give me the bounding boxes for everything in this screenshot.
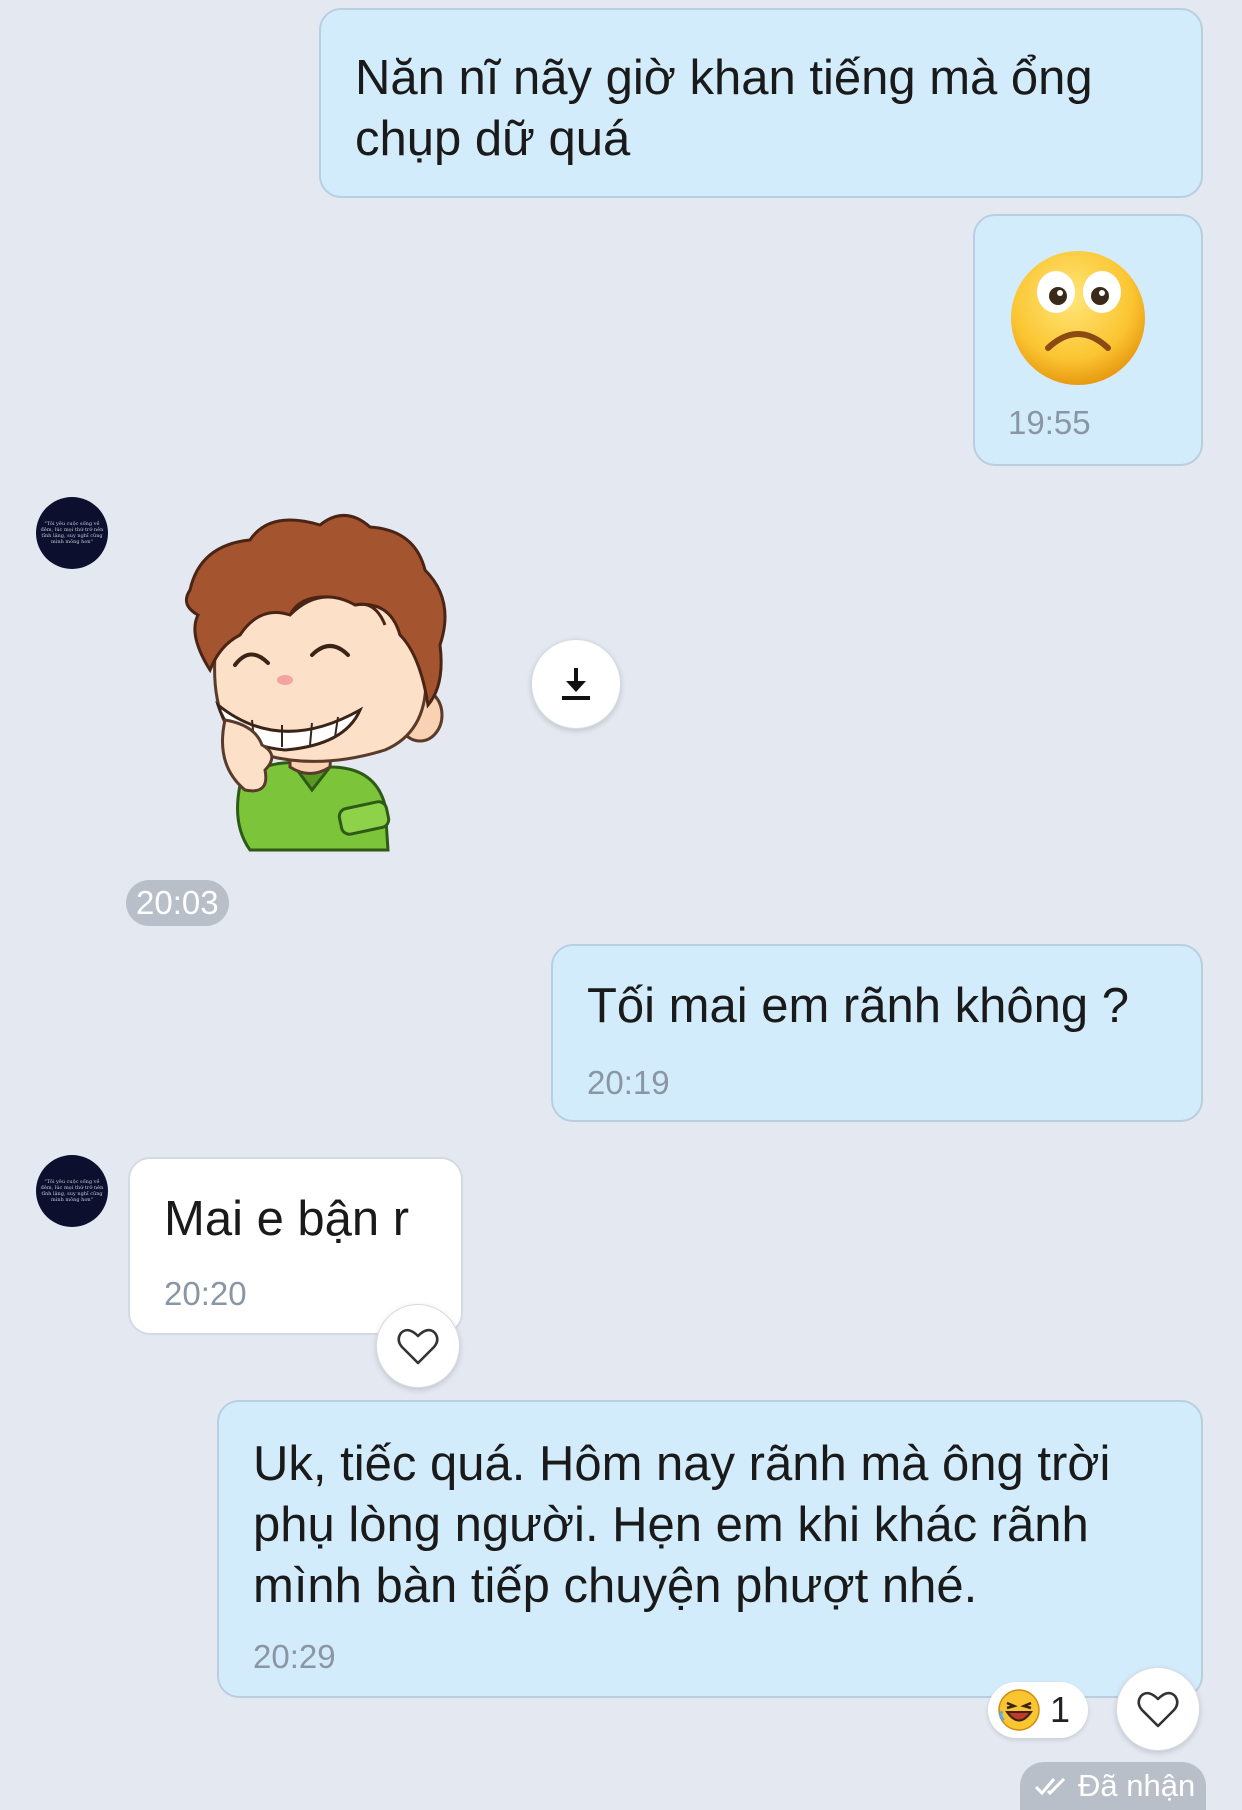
- sticker-timestamp: 20:03: [126, 880, 229, 926]
- double-check-icon: [1034, 1777, 1066, 1796]
- grinning-boy-sticker[interactable]: [170, 505, 470, 855]
- message-timestamp: 19:55: [1008, 404, 1091, 441]
- my-emoji-bubble[interactable]: 19:55: [973, 214, 1203, 466]
- my-message-bubble[interactable]: Tối mai em rãnh không ? 20:19: [551, 944, 1203, 1122]
- message-timestamp: 20:19: [587, 1064, 670, 1101]
- message-timestamp: 20:29: [253, 1638, 336, 1675]
- download-icon: [562, 668, 590, 700]
- message-timestamp: 20:20: [164, 1275, 247, 1312]
- message-text: Uk, tiếc quá. Hôm nay rãnh mà ông trời p…: [253, 1437, 1111, 1613]
- react-heart-button[interactable]: [1116, 1667, 1200, 1751]
- message-text: Tối mai em rãnh không ?: [587, 979, 1129, 1033]
- reaction-count: 1: [1050, 1689, 1071, 1730]
- react-heart-button[interactable]: [376, 1304, 460, 1388]
- contact-avatar[interactable]: "Tôi yêu cuộc sống về đêm, lúc mọi thứ t…: [36, 1155, 108, 1227]
- avatar-caption: "Tôi yêu cuộc sống về đêm, lúc mọi thứ t…: [40, 1179, 104, 1203]
- message-text: Năn nĩ nãy giờ khan tiếng mà ổng chụp dữ…: [355, 51, 1093, 166]
- heart-outline-icon: [397, 1328, 439, 1365]
- received-status-badge: Đã nhận: [1020, 1762, 1206, 1810]
- my-message-bubble[interactable]: Năn nĩ nãy giờ khan tiếng mà ổng chụp dữ…: [319, 8, 1203, 198]
- my-message-bubble[interactable]: Uk, tiếc quá. Hôm nay rãnh mà ông trời p…: [217, 1400, 1203, 1698]
- download-sticker-button[interactable]: [531, 639, 621, 729]
- contact-avatar[interactable]: "Tôi yêu cuộc sống về đêm, lúc mọi thứ t…: [36, 497, 108, 569]
- sad-face-emoji-icon: [1011, 251, 1145, 385]
- received-status-text: Đã nhận: [1078, 1768, 1196, 1803]
- laughing-face-icon: [998, 1689, 1040, 1731]
- avatar-caption: "Tôi yêu cuộc sống về đêm, lúc mọi thứ t…: [40, 521, 104, 545]
- message-text: Mai e bận r: [164, 1192, 410, 1246]
- heart-outline-icon: [1137, 1691, 1179, 1728]
- reaction-summary[interactable]: 1: [988, 1682, 1088, 1738]
